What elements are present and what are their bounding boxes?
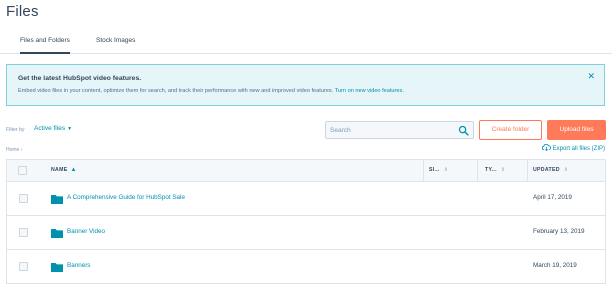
page-title: Files [6, 3, 39, 20]
tab-stock-images[interactable]: Stock Images [96, 37, 135, 44]
filter-value: Active files [34, 125, 66, 132]
export-label: Export all files (ZIP) [552, 146, 605, 152]
column-header-name[interactable]: NAME ▲ [51, 160, 77, 181]
folder-icon [51, 229, 63, 238]
files-table: NAME ▲ SI... ⇕ TY... ⇕ UPDATED ⇕ A Comprehen… [6, 159, 606, 284]
banner-body-text: Embed video files in your content, optim… [18, 88, 335, 94]
column-divider [423, 160, 424, 181]
close-icon[interactable]: ✕ [587, 72, 595, 81]
sort-icon: ⇕ [563, 167, 569, 173]
column-size-label: SI... [429, 167, 440, 173]
search-input[interactable] [330, 124, 454, 136]
upload-files-button[interactable]: Upload files [547, 120, 606, 140]
sort-icon: ⇕ [500, 167, 506, 173]
chevron-down-icon: ▼ [67, 126, 73, 132]
row-checkbox[interactable] [19, 262, 28, 271]
file-name-link[interactable]: Banners [67, 262, 90, 269]
banner-link[interactable]: Turn on new video features. [335, 88, 404, 94]
search-box [325, 121, 474, 139]
select-all-checkbox[interactable] [18, 166, 27, 175]
column-name-label: NAME [51, 167, 68, 173]
table-row[interactable]: A Comprehensive Guide for HubSpot Sale A… [6, 182, 606, 216]
breadcrumb-home[interactable]: Home [6, 147, 19, 153]
filter-dropdown[interactable]: Active files ▼ [34, 125, 72, 132]
banner-title: Get the latest HubSpot video features. [18, 75, 142, 82]
column-header-size[interactable]: SI... ⇕ [429, 160, 448, 181]
breadcrumb: Home › [6, 147, 22, 153]
search-icon[interactable] [458, 125, 469, 136]
table-row[interactable]: Banner Video February 13, 2019 [6, 216, 606, 250]
sort-icon: ⇕ [443, 167, 449, 173]
row-checkbox[interactable] [19, 228, 28, 237]
sort-ascending-icon: ▲ [70, 167, 77, 173]
file-name-link[interactable]: Banner Video [67, 228, 105, 235]
column-divider [477, 160, 478, 181]
chevron-right-icon: › [20, 147, 23, 153]
table-header: NAME ▲ SI... ⇕ TY... ⇕ UPDATED ⇕ [6, 159, 606, 182]
video-features-banner: Get the latest HubSpot video features. E… [6, 64, 605, 106]
filter-label: Filter by [6, 127, 25, 133]
column-type-label: TY... [485, 167, 497, 173]
tab-files-and-folders[interactable]: Files and Folders [20, 37, 70, 54]
folder-icon [51, 263, 63, 272]
row-checkbox[interactable] [19, 194, 28, 203]
export-all-files-link[interactable]: Export all files (ZIP) [541, 144, 605, 152]
cloud-download-icon [541, 144, 551, 151]
create-folder-button[interactable]: Create folder [479, 120, 542, 140]
table-row[interactable]: Banners March 19, 2019 [6, 250, 606, 284]
updated-date: April 17, 2019 [533, 194, 572, 201]
updated-date: March 19, 2019 [533, 262, 577, 269]
banner-text: Embed video files in your content, optim… [18, 88, 404, 94]
folder-icon [51, 195, 63, 204]
column-updated-label: UPDATED [533, 167, 560, 173]
column-header-type[interactable]: TY... ⇕ [485, 160, 505, 181]
tab-bar: Files and Folders Stock Images [0, 30, 612, 54]
column-header-updated[interactable]: UPDATED ⇕ [533, 160, 568, 181]
updated-date: February 13, 2019 [533, 228, 585, 235]
file-name-link[interactable]: A Comprehensive Guide for HubSpot Sale [67, 194, 185, 201]
column-divider [527, 160, 528, 181]
